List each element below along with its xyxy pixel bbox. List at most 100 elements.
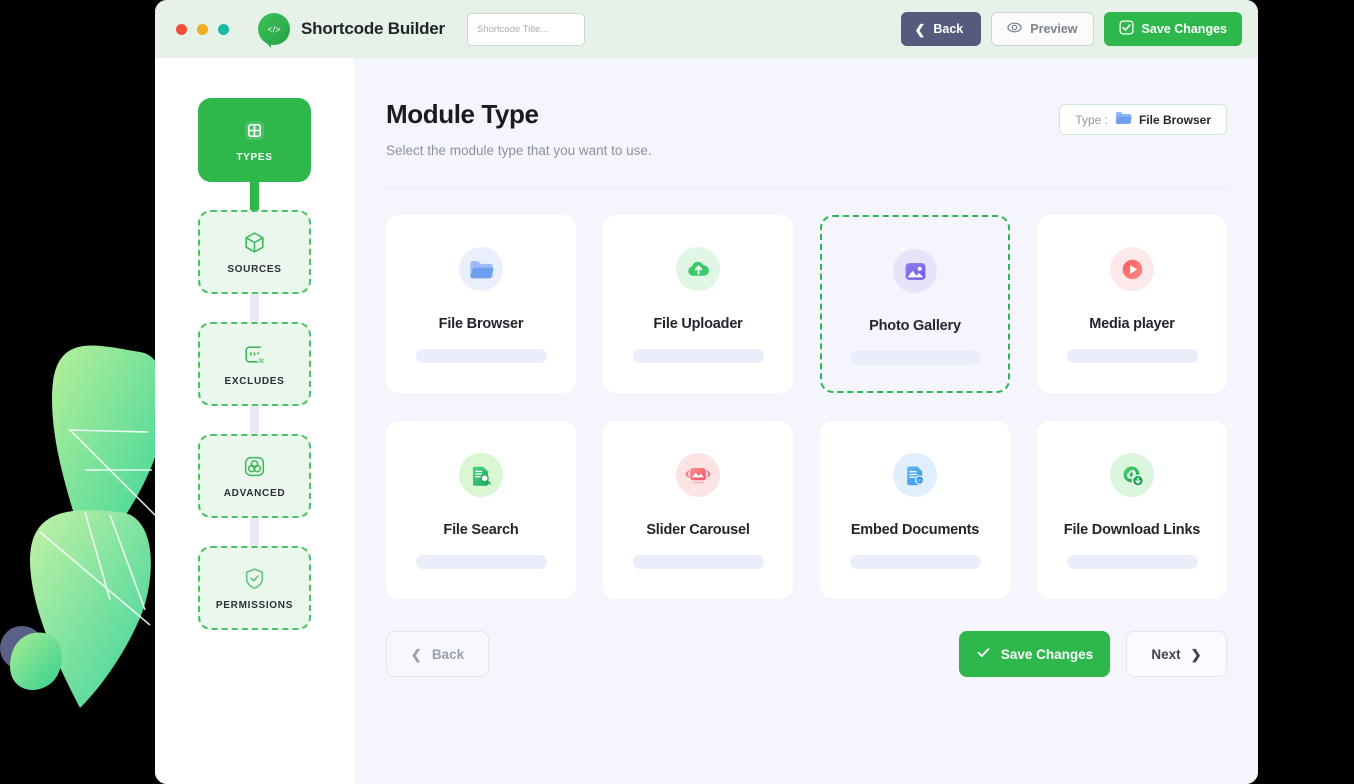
type-badge-value: File Browser [1138,112,1211,127]
next-button[interactable]: Next ❯ [1126,631,1227,677]
sidebar-item-types-label: TYPES [236,152,273,163]
module-card-media-player[interactable]: Media player [1037,215,1227,393]
type-badge-label: Type : [1075,112,1108,127]
traffic-lights [176,23,229,35]
save-changes-button-top-label: Save Changes [1141,22,1227,36]
module-card-file-browser[interactable]: File Browser [386,215,576,393]
preview-button[interactable]: Preview [991,12,1094,46]
title-bar-actions: ❮ Back Preview Save Changes [901,12,1242,46]
module-card-embed-documents[interactable]: </> Embed Documents [820,421,1010,599]
page-subtitle: Select the module type that you want to … [386,143,652,158]
module-card-placeholder-bar [415,555,547,569]
shield-check-icon [242,565,268,591]
grid-plus-icon [242,117,268,143]
sidebar-item-excludes-label: EXCLUDES [224,376,285,387]
document-search-icon [459,453,503,497]
module-card-placeholder-bar [849,555,981,569]
module-card-placeholder-bar [415,349,547,363]
module-card-file-download-links[interactable]: File Download Links [1037,421,1227,599]
link-download-icon [1110,453,1154,497]
close-window-button[interactable] [176,23,187,35]
sidebar-item-permissions[interactable]: PERMISSIONS [198,546,311,630]
sidebar-step-excludes-wrap: EXCLUDES [198,322,311,406]
check-icon [976,645,991,663]
eye-icon [1007,20,1022,38]
back-button-bottom[interactable]: ❮ Back [386,631,489,677]
page-title: Module Type [386,99,539,129]
module-card-title: File Search [443,522,519,538]
sidebar-item-sources-label: SOURCES [227,264,282,275]
settings-circles-icon [242,453,268,479]
module-type-grid: File Browser File Uploader Photo Gallery… [386,215,1227,599]
module-card-title: Slider Carousel [646,522,750,538]
step-connector-2 [250,294,259,322]
sidebar-step-permissions-wrap: PERMISSIONS [198,546,311,630]
module-card-title: File Download Links [1063,522,1201,538]
sidebar-step-sources-wrap: SOURCES [198,210,311,294]
module-card-placeholder-bar [1066,349,1198,363]
module-card-title: Photo Gallery [869,318,961,334]
minimize-window-button[interactable] [197,23,208,35]
sidebar-item-excludes[interactable]: EXCLUDES [198,322,311,406]
shortcode-title-input[interactable] [466,12,585,46]
module-card-placeholder-bar [849,351,981,365]
app-window: </> Shortcode Builder ❮ Back [155,0,1258,784]
screen: </> Shortcode Builder ❮ Back [0,0,1354,784]
sidebar-step-advanced-wrap: ADVANCED [198,434,311,518]
sidebar-item-advanced[interactable]: ADVANCED [198,434,311,518]
save-changes-button-top[interactable]: Save Changes [1103,12,1242,46]
sidebar-item-sources[interactable]: SOURCES [198,210,311,294]
module-card-file-uploader[interactable]: File Uploader [603,215,793,393]
next-button-label: Next [1151,646,1181,662]
brand: </> Shortcode Builder [258,13,445,48]
excludes-box-icon [242,341,268,367]
image-gallery-icon [893,249,937,293]
save-changes-button-bottom[interactable]: Save Changes [959,631,1110,677]
page-header: Module Type Select the module type that … [386,99,1227,158]
play-circle-icon [1110,247,1154,291]
header-divider [386,188,1227,189]
title-bar: </> Shortcode Builder ❮ Back [155,0,1258,58]
module-card-title: Media player [1089,316,1175,332]
footer-actions: ❮ Back Save Changes Next ❯ [386,631,1227,677]
step-connector-1 [250,182,259,210]
page-header-text: Module Type Select the module type that … [386,99,652,158]
module-card-title: File Uploader [653,316,743,332]
check-square-icon [1119,20,1134,38]
sidebar-step-types-wrap: TYPES [198,98,311,182]
module-card-slider-carousel[interactable]: Slider Carousel [603,421,793,599]
folder-icon [1115,110,1132,130]
app-title: Shortcode Builder [301,19,445,38]
folder-icon [459,247,503,291]
module-card-title: File Browser [438,316,524,332]
module-card-placeholder-bar [1066,555,1198,569]
back-button-bottom-label: Back [431,646,465,662]
sidebar-item-permissions-label: PERMISSIONS [215,600,294,611]
module-card-title: Embed Documents [850,522,980,538]
svg-text:</>: </> [267,25,280,35]
chevron-left-icon: ❮ [410,646,422,662]
slider-image-icon [676,453,720,497]
step-connector-3 [250,406,259,434]
module-card-placeholder-bar [632,349,764,363]
main-content: Module Type Select the module type that … [354,58,1258,784]
back-button-top-label: Back [933,22,964,36]
window-body: TYPES SOURCES EXCLUDES ADVANCED PERMISSI… [155,58,1258,784]
svg-text:</>: </> [916,477,923,482]
code-chat-bubble-icon: </> [258,13,290,48]
document-code-icon: </> [893,453,937,497]
module-card-placeholder-bar [632,555,764,569]
step-connector-4 [250,518,259,546]
back-button-top[interactable]: ❮ Back [901,12,982,46]
type-badge[interactable]: Type : File Browser [1059,104,1227,135]
module-card-photo-gallery[interactable]: Photo Gallery [820,215,1010,393]
save-changes-button-bottom-label: Save Changes [1000,646,1094,662]
sidebar-stepper: TYPES SOURCES EXCLUDES ADVANCED PERMISSI… [155,58,354,784]
sidebar-item-advanced-label: ADVANCED [223,488,286,499]
sidebar-item-types[interactable]: TYPES [198,98,311,182]
cube-icon [242,229,268,255]
module-card-file-search[interactable]: File Search [386,421,576,599]
preview-button-label: Preview [1030,22,1078,36]
chevron-left-icon: ❮ [914,21,926,37]
maximize-window-button[interactable] [218,23,229,35]
